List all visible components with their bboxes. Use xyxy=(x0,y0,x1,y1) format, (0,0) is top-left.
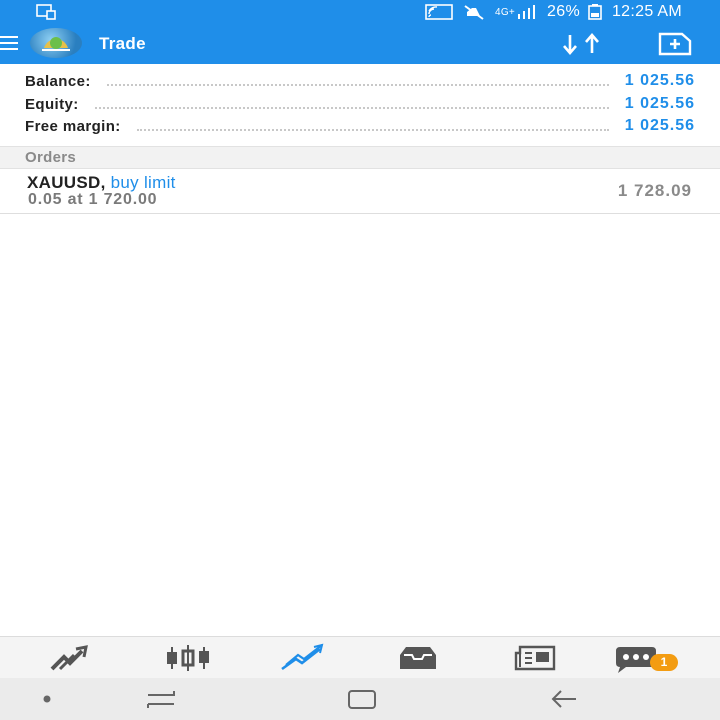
order-type: buy limit xyxy=(110,173,176,192)
free-margin-row: Free margin: 1 025.56 xyxy=(25,115,695,137)
system-navigation-bar xyxy=(0,678,720,720)
bottom-navigation: 1 xyxy=(0,636,720,678)
free-margin-value: 1 025.56 xyxy=(624,117,695,134)
trade-icon[interactable] xyxy=(280,643,326,673)
orders-section-header: Orders xyxy=(0,146,720,169)
dot-indicator-icon xyxy=(43,695,51,703)
account-summary: Balance: 1 025.56 Equity: 1 025.56 Free … xyxy=(0,64,720,146)
quotes-icon[interactable] xyxy=(50,643,94,673)
app-bar: Trade xyxy=(0,24,720,64)
order-row[interactable]: XAUUSD, buy limit 0.05 at 1 720.00 1 728… xyxy=(0,169,720,214)
news-icon[interactable] xyxy=(512,643,558,673)
dotted-leader xyxy=(94,107,609,109)
balance-label: Balance: xyxy=(25,72,91,90)
sort-icon[interactable] xyxy=(562,32,606,56)
menu-icon[interactable] xyxy=(0,36,18,52)
history-icon[interactable] xyxy=(396,643,440,673)
screen-cast-icon xyxy=(36,4,56,20)
network-type: 4G+ xyxy=(494,6,516,18)
mute-icon xyxy=(464,5,484,20)
order-current-price: 1 728.09 xyxy=(617,181,692,200)
new-order-icon[interactable] xyxy=(658,32,692,56)
chat-badge: 1 xyxy=(650,654,678,671)
order-symbol: XAUUSD, xyxy=(27,173,106,192)
equity-value: 1 025.56 xyxy=(624,95,695,112)
app-logo xyxy=(30,28,82,58)
home-icon[interactable] xyxy=(346,686,378,712)
order-title: XAUUSD, buy limit xyxy=(27,173,176,193)
cast-icon xyxy=(425,4,453,20)
signal-icon xyxy=(518,5,536,19)
recent-apps-icon[interactable] xyxy=(144,686,178,712)
equity-label: Equity: xyxy=(25,95,79,113)
back-icon[interactable] xyxy=(548,686,580,712)
equity-row: Equity: 1 025.56 xyxy=(25,93,695,115)
status-bar: 4G+ 26% 12:25 AM xyxy=(0,0,720,24)
chart-icon[interactable] xyxy=(164,643,212,673)
battery-percent: 26% xyxy=(547,3,580,20)
balance-value: 1 025.56 xyxy=(624,72,695,89)
battery-icon xyxy=(588,4,602,20)
page-title: Trade xyxy=(99,34,146,53)
free-margin-label: Free margin: xyxy=(25,117,121,135)
order-detail: 0.05 at 1 720.00 xyxy=(28,191,158,208)
balance-row: Balance: 1 025.56 xyxy=(25,70,695,92)
clock: 12:25 AM xyxy=(611,3,682,20)
dotted-leader xyxy=(136,129,609,131)
orders-header-label: Orders xyxy=(25,149,76,166)
dotted-leader xyxy=(106,84,609,86)
